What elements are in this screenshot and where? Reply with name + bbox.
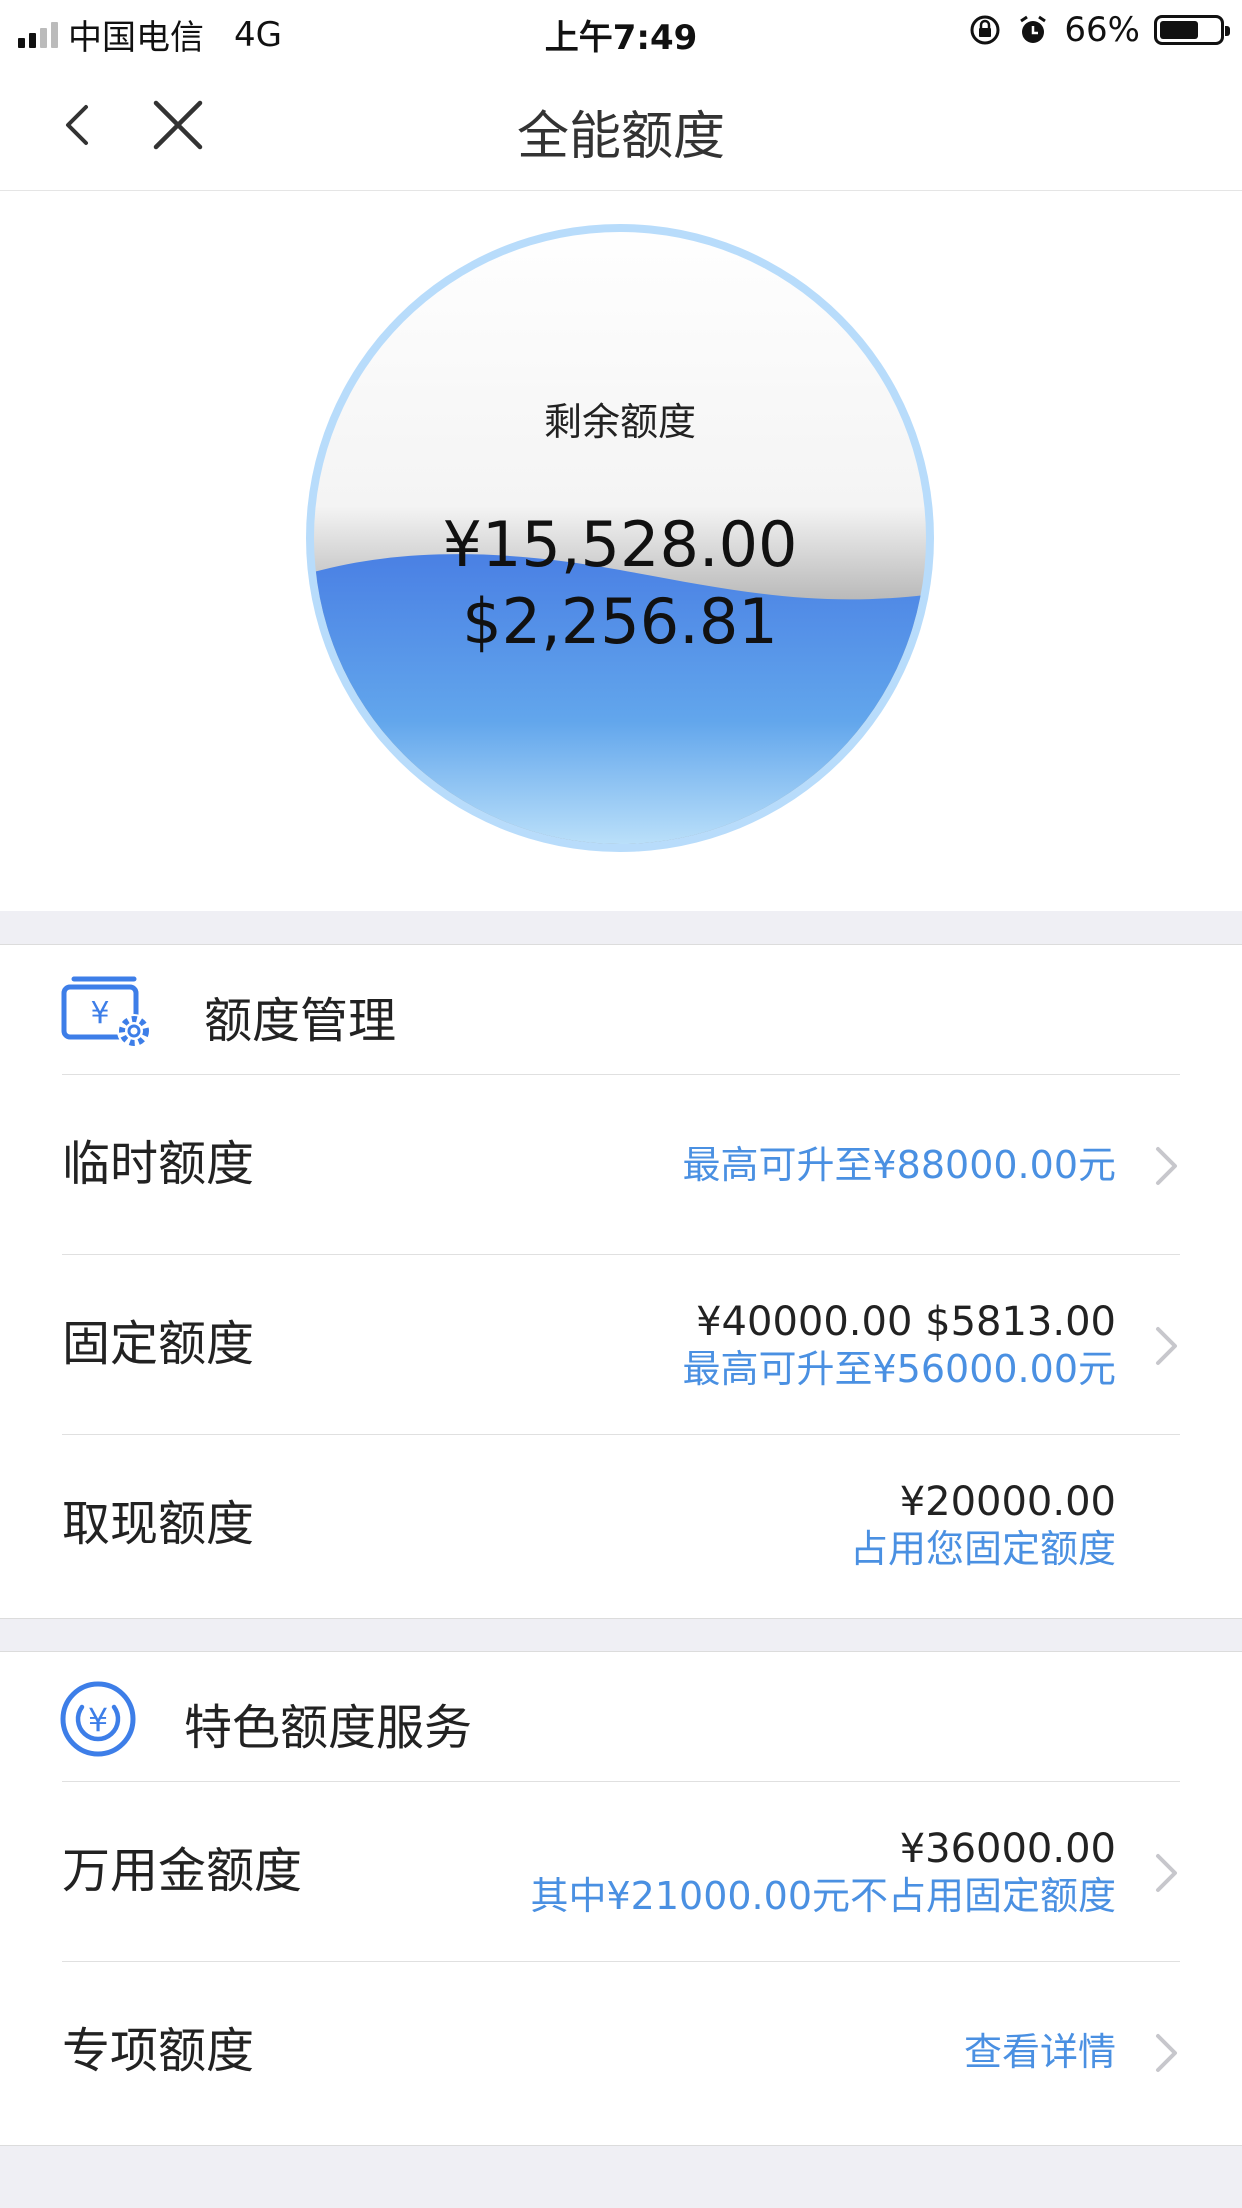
chevron-right-icon (1156, 1854, 1177, 1892)
row-values: ¥40000.00 $5813.00 最高可升至¥56000.00元 (683, 1255, 1117, 1434)
quota-management-section: ¥ 额度管理 临时额度 最高可升至¥88000.00元 固定额度 ¥40000.… (0, 944, 1242, 1619)
row-label: 专项额度 (62, 2023, 255, 2079)
remaining-amount-cny: ¥15,528.00 (442, 508, 798, 581)
temporary-quota-row[interactable]: 临时额度 最高可升至¥88000.00元 (0, 1075, 1242, 1254)
row-values: 最高可升至¥88000.00元 (683, 1075, 1117, 1254)
battery-icon (1154, 15, 1230, 45)
row-main-value: ¥20000.00 (899, 1478, 1116, 1525)
row-values: 查看详情 (964, 1962, 1116, 2141)
row-main-value: ¥36000.00 (899, 1825, 1116, 1872)
remaining-quota-label: 剩余额度 (543, 400, 696, 444)
alarm-icon (1020, 15, 1047, 43)
remaining-quota-panel: 剩余额度 ¥15,528.00 $2,256.81 (0, 191, 1242, 911)
row-label: 固定额度 (62, 1316, 255, 1372)
quota-management-header: ¥ 额度管理 (0, 945, 1242, 1074)
universal-cash-quota-row[interactable]: 万用金额度 ¥36000.00 其中¥21000.00元不占用固定额度 (0, 1782, 1242, 1961)
svg-text:¥: ¥ (88, 1701, 108, 1739)
close-icon[interactable] (148, 95, 208, 155)
gauge-text: 剩余额度 ¥15,528.00 $2,256.81 (300, 218, 940, 858)
row-subtext: 其中¥21000.00元不占用固定额度 (530, 1873, 1117, 1918)
chevron-right-icon (1156, 2034, 1177, 2072)
special-services-header: ¥ 特色额度服务 (0, 1652, 1242, 1781)
view-details-link[interactable]: 查看详情 (964, 2029, 1116, 2075)
fixed-quota-row[interactable]: 固定额度 ¥40000.00 $5813.00 最高可升至¥56000.00元 (0, 1255, 1242, 1434)
row-subtext: 占用您固定额度 (849, 1526, 1116, 1571)
yuan-coin-icon: ¥ (60, 1681, 136, 1757)
battery-percent: 66% (1064, 10, 1140, 50)
row-label: 临时额度 (62, 1136, 255, 1192)
navigation-bar: 全能额度 (0, 60, 1242, 191)
battery-level-fill (1160, 21, 1198, 39)
row-label: 万用金额度 (62, 1843, 303, 1899)
row-label: 取现额度 (62, 1496, 255, 1552)
status-bar: 中国电信 4G 上午7:49 66% (0, 0, 1242, 60)
row-main-value: ¥40000.00 $5813.00 (696, 1298, 1116, 1345)
chevron-right-icon (1156, 1327, 1177, 1365)
svg-text:¥: ¥ (90, 996, 109, 1031)
chevron-left-icon[interactable] (50, 95, 110, 155)
remaining-amount-usd: $2,256.81 (462, 585, 778, 658)
status-bar-right: 66% (968, 10, 1230, 50)
wallet-settings-icon: ¥ (61, 976, 151, 1048)
quota-management-title: 额度管理 (204, 993, 397, 1049)
rotation-lock-icon (970, 15, 1000, 45)
row-subtext: 最高可升至¥56000.00元 (682, 1346, 1117, 1391)
special-quota-services-section: ¥ 特色额度服务 万用金额度 ¥36000.00 其中¥21000.00元不占用… (0, 1651, 1242, 2146)
special-purpose-quota-row[interactable]: 专项额度 查看详情 (0, 1962, 1242, 2141)
chevron-right-icon (1156, 1147, 1177, 1185)
row-subtext: 最高可升至¥88000.00元 (682, 1142, 1117, 1187)
row-values: ¥36000.00 其中¥21000.00元不占用固定额度 (531, 1782, 1117, 1961)
special-services-title: 特色额度服务 (184, 1700, 473, 1756)
row-values: ¥20000.00 占用您固定额度 (850, 1435, 1116, 1614)
cash-withdrawal-quota-row: 取现额度 ¥20000.00 占用您固定额度 (0, 1435, 1242, 1614)
